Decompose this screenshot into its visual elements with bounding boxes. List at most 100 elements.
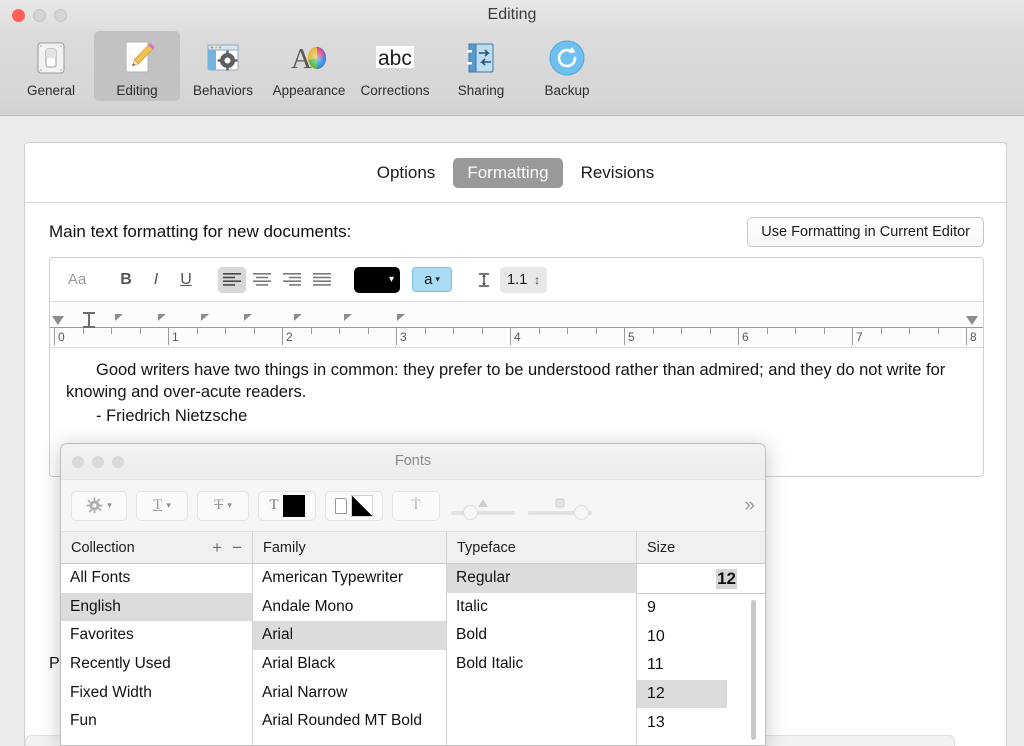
tab-stop[interactable] <box>244 314 252 321</box>
list-item[interactable]: 10 <box>637 623 765 652</box>
list-item[interactable]: Regular <box>447 564 636 593</box>
tab-stop[interactable] <box>201 314 209 321</box>
fonts-toolbar-overflow-button[interactable]: » <box>744 495 755 517</box>
italic-button[interactable]: I <box>142 267 170 293</box>
list-item[interactable]: 12 <box>637 679 727 709</box>
ruler-tick <box>738 328 739 345</box>
use-formatting-in-current-editor-button[interactable]: Use Formatting in Current Editor <box>747 217 984 247</box>
tab-stop[interactable] <box>158 314 166 321</box>
tab-stop[interactable] <box>294 314 302 321</box>
pref-label-corrections: Corrections <box>360 83 430 98</box>
list-item[interactable]: Bold Italic <box>447 650 636 679</box>
size-list-scrollbar[interactable] <box>751 600 756 740</box>
text-color-swatch-button[interactable]: ▾ <box>354 266 400 293</box>
list-item[interactable]: Italic <box>447 593 636 622</box>
fonts-shadow-button[interactable]: Ṫ <box>392 490 440 521</box>
stepper-arrows-icon[interactable]: ↕ <box>534 274 540 286</box>
align-right-button[interactable] <box>278 267 306 293</box>
add-collection-button[interactable]: + <box>212 538 222 558</box>
fonts-document-color-button[interactable] <box>325 490 383 521</box>
size-column[interactable]: 12 9 10 11 12 13 <box>637 564 765 745</box>
ruler-tick <box>111 328 112 334</box>
remove-collection-button[interactable]: − <box>232 538 242 558</box>
shadow-opacity-slider[interactable] <box>449 497 517 520</box>
list-item[interactable]: English <box>61 592 252 622</box>
underline-button[interactable]: U <box>172 267 200 293</box>
tab-revisions[interactable]: Revisions <box>567 158 669 188</box>
list-item[interactable]: American Typewriter <box>253 564 446 593</box>
text-color-swatch <box>282 494 305 517</box>
document-icon <box>335 497 347 514</box>
family-list[interactable]: American Typewriter Andale Mono Arial Ar… <box>253 564 447 745</box>
ruler-tick <box>425 328 426 334</box>
column-header-collection: Collection + − <box>61 532 253 563</box>
size-list[interactable]: 9 10 11 12 13 <box>637 594 765 740</box>
right-indent-marker[interactable] <box>966 316 978 325</box>
slider-knob[interactable] <box>463 504 478 520</box>
highlight-color-button[interactable]: a ▾ <box>412 267 452 292</box>
window-titlebar: Editing <box>0 0 1024 31</box>
fonts-strikethrough-button[interactable]: T ▾ <box>197 490 249 521</box>
window-title: Editing <box>487 6 537 23</box>
list-item[interactable]: Arial Black <box>253 650 446 679</box>
ruler-tick <box>767 328 768 334</box>
list-item[interactable]: 11 <box>637 651 765 680</box>
line-height-value: 1.1 <box>507 271 528 288</box>
pref-item-sharing[interactable]: Sharing <box>438 31 524 101</box>
first-line-indent-marker[interactable] <box>83 312 95 328</box>
column-header-typeface: Typeface <box>447 532 637 563</box>
align-left-button[interactable] <box>218 266 246 293</box>
tab-options[interactable]: Options <box>363 158 450 188</box>
pref-item-editing[interactable]: Editing <box>94 31 180 101</box>
chevron-down-icon: ▾ <box>227 500 232 510</box>
list-item[interactable]: Fun <box>61 707 252 736</box>
tab-formatting[interactable]: Formatting <box>453 157 563 188</box>
size-input-value: 12 <box>716 568 737 589</box>
ruler-tick <box>482 328 483 334</box>
fonts-panel: Fonts ▾ T ▾ T ▾ T Ṫ » Collection + − Fa… <box>60 443 766 746</box>
text-ruler[interactable]: 0 1 2 3 4 5 6 7 8 <box>50 302 983 348</box>
tab-stop[interactable] <box>344 314 352 321</box>
chevron-down-icon: ▾ <box>166 500 171 510</box>
pref-item-behaviors[interactable]: Behaviors <box>180 31 266 101</box>
ruler-tick <box>83 328 84 334</box>
list-item[interactable]: 13 <box>637 708 765 737</box>
list-item[interactable]: Arial <box>253 621 446 650</box>
size-input-field[interactable]: 12 <box>637 564 765 594</box>
list-item[interactable]: Recently Used <box>61 650 252 679</box>
list-item[interactable]: Andale Mono <box>253 593 446 622</box>
collection-list[interactable]: All Fonts English Favorites Recently Use… <box>61 564 253 745</box>
align-center-button[interactable] <box>248 267 276 293</box>
ruler-tick <box>710 328 711 334</box>
fonts-action-gear-button[interactable]: ▾ <box>71 490 127 521</box>
appearance-color-wheel-icon: A <box>286 35 332 81</box>
bold-button[interactable]: B <box>112 267 140 293</box>
tab-stop[interactable] <box>115 314 123 321</box>
left-indent-marker[interactable] <box>52 316 64 325</box>
chevron-down-icon: ▾ <box>388 274 394 285</box>
list-item[interactable]: Arial Rounded MT Bold <box>253 707 446 736</box>
align-justify-button[interactable] <box>308 267 336 293</box>
slider-track[interactable] <box>451 504 515 520</box>
list-item[interactable]: Bold <box>447 621 636 650</box>
fonts-text-color-button[interactable]: T <box>258 490 316 521</box>
pref-item-appearance[interactable]: A Appearance <box>266 31 352 101</box>
font-panel-button[interactable]: Aa <box>60 267 94 293</box>
pref-item-backup[interactable]: Backup <box>524 31 610 101</box>
list-item[interactable]: All Fonts <box>61 564 252 593</box>
fonts-underline-button[interactable]: T ▾ <box>136 490 188 521</box>
underline-icon: T <box>153 497 163 513</box>
shadow-blur-slider[interactable] <box>526 497 594 520</box>
tab-stop[interactable] <box>397 314 405 321</box>
list-item[interactable]: 9 <box>637 594 765 623</box>
pref-item-corrections[interactable]: abc Corrections <box>352 31 438 101</box>
line-height-stepper[interactable]: 1.1 ↕ <box>500 266 548 293</box>
list-item[interactable]: Fixed Width <box>61 678 252 707</box>
ruler-number: 4 <box>514 330 521 344</box>
typeface-list[interactable]: Regular Italic Bold Bold Italic <box>447 564 637 745</box>
list-item[interactable]: Favorites <box>61 621 252 650</box>
slider-knob[interactable] <box>574 504 589 520</box>
pref-item-general[interactable]: General <box>8 31 94 101</box>
list-item[interactable]: Arial Narrow <box>253 678 446 707</box>
slider-track[interactable] <box>528 504 592 520</box>
